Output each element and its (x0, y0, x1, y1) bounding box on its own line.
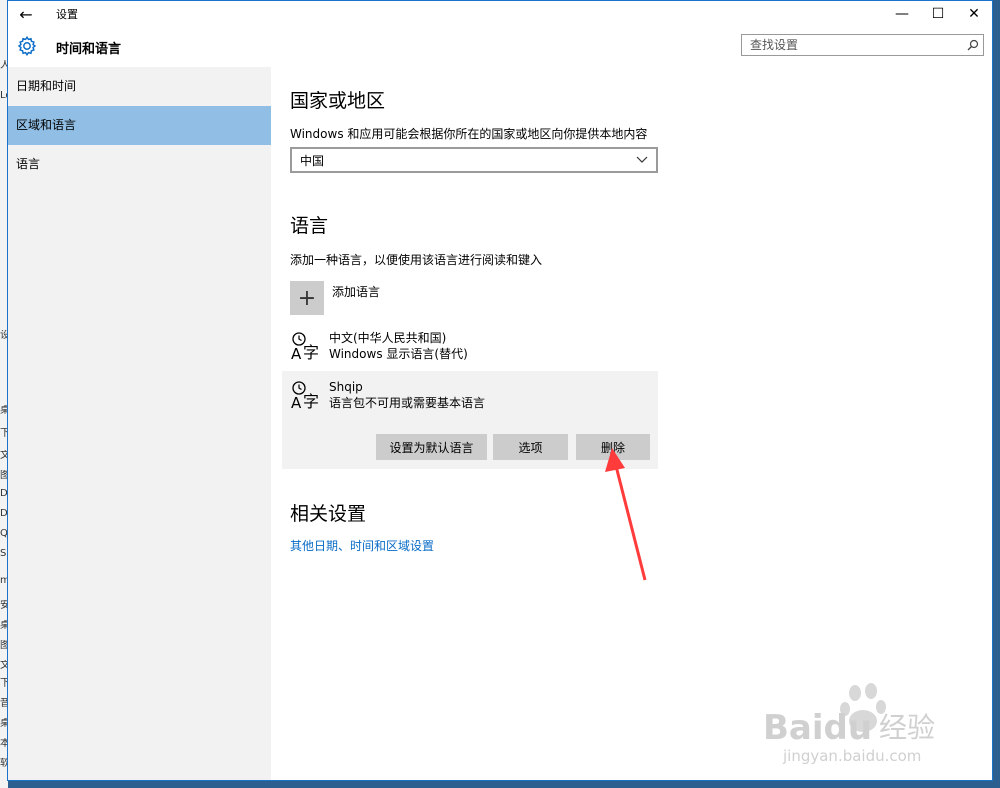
language-name: Shqip (329, 380, 363, 394)
region-description: Windows 和应用可能会根据你所在的国家或地区向你提供本地内容 (290, 127, 648, 141)
watermark-suffix: 经验 (879, 711, 935, 744)
svg-text:A: A (291, 345, 302, 363)
language-name: 中文(中华人民共和国) (329, 331, 447, 345)
gear-icon (17, 36, 37, 56)
back-arrow-icon: ← (19, 4, 33, 24)
country-select[interactable]: 中国 (290, 147, 658, 173)
maximize-button[interactable]: ☐ (920, 1, 956, 27)
close-icon: ✕ (968, 6, 980, 22)
options-button[interactable]: 选项 (493, 434, 568, 460)
settings-window: ← 设置 — ☐ ✕ 时间和语言 日期和时间 区域和语言 语言 国家或地区 (7, 0, 993, 781)
language-item-shqip[interactable]: A 字 Shqip 语言包不可用或需要基本语言 (290, 379, 485, 413)
search-box (741, 34, 984, 56)
page-header: 时间和语言 (8, 27, 992, 67)
minimize-button[interactable]: — (884, 1, 920, 27)
sidebar: 日期和时间 区域和语言 语言 (8, 67, 271, 780)
additional-date-time-region-link[interactable]: 其他日期、时间和区域设置 (290, 537, 434, 554)
language-detail: Windows 显示语言(替代) (329, 347, 468, 361)
maximize-icon: ☐ (931, 6, 945, 22)
language-heading: 语言 (290, 215, 329, 237)
country-select-value: 中国 (300, 153, 325, 168)
sidebar-item-speech[interactable]: 语言 (8, 145, 271, 184)
svg-text:字: 字 (303, 392, 319, 411)
close-button[interactable]: ✕ (956, 1, 992, 27)
back-button[interactable]: ← (8, 1, 44, 27)
plus-icon: + (290, 281, 324, 315)
search-input[interactable] (742, 35, 963, 55)
set-default-button[interactable]: 设置为默认语言 (376, 434, 487, 460)
language-icon: A 字 (291, 381, 319, 412)
add-language-button[interactable]: + 添加语言 (290, 281, 380, 315)
language-item-chinese[interactable]: A 字 中文(中华人民共和国) Windows 显示语言(替代) (290, 330, 468, 364)
language-detail: 语言包不可用或需要基本语言 (329, 396, 486, 410)
window-controls: — ☐ ✕ (884, 1, 992, 27)
search-icon[interactable] (963, 35, 983, 55)
sidebar-item-date-time[interactable]: 日期和时间 (8, 67, 271, 106)
language-description: 添加一种语言，以便使用该语言进行阅读和键入 (290, 253, 543, 267)
language-icon: A 字 (291, 332, 319, 363)
title-bar: ← 设置 — ☐ ✕ (8, 1, 992, 27)
add-language-label: 添加语言 (332, 285, 381, 299)
minimize-icon: — (895, 6, 909, 22)
window-title: 设置 (56, 8, 78, 21)
chevron-down-icon (636, 156, 648, 163)
watermark-url: jingyan.baidu.com (782, 747, 921, 765)
remove-button[interactable]: 删除 (576, 434, 650, 460)
svg-text:字: 字 (303, 343, 319, 362)
related-settings-heading: 相关设置 (290, 503, 367, 525)
selected-language-panel[interactable]: A 字 Shqip 语言包不可用或需要基本语言 设置为默认语言 选项 删除 (282, 371, 658, 469)
sidebar-item-region-language[interactable]: 区域和语言 (8, 106, 271, 145)
watermark-brand: Baidu (763, 708, 872, 748)
region-heading: 国家或地区 (290, 90, 386, 112)
baidu-jingyan-watermark: Baidu 经验 jingyan.baidu.com (763, 683, 935, 765)
page-title: 时间和语言 (56, 42, 122, 57)
svg-text:A: A (291, 394, 302, 412)
